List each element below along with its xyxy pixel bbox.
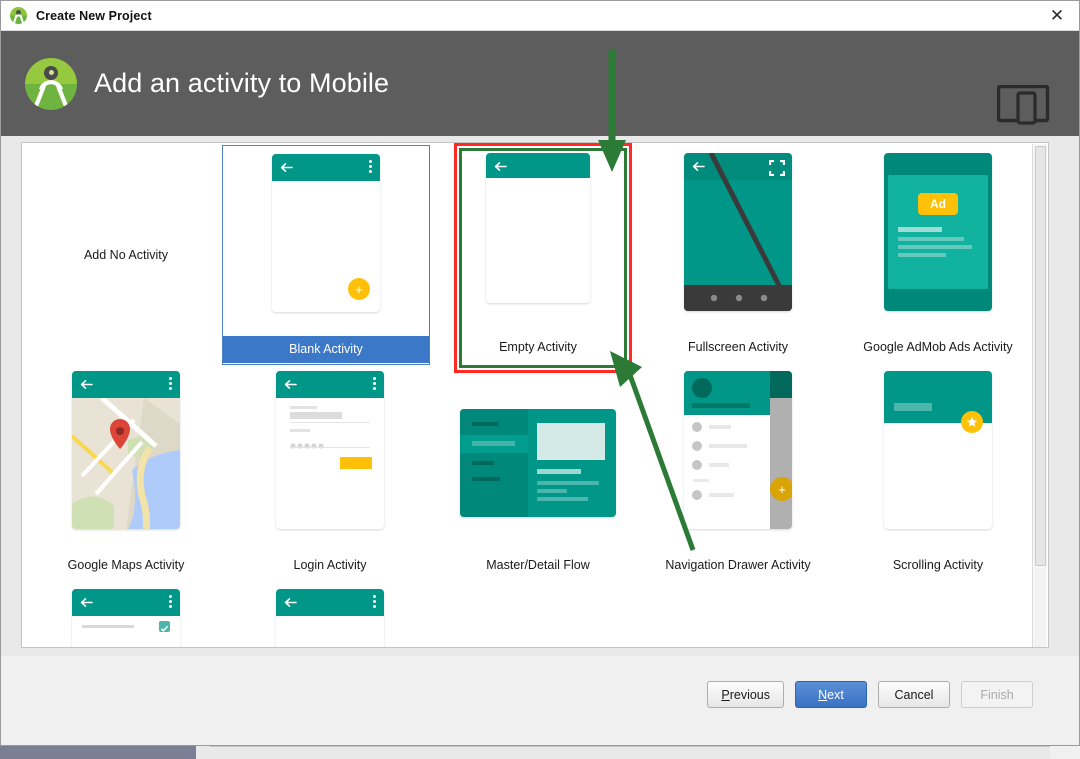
activity-thumbnail-maps — [22, 363, 230, 555]
activity-card-google-admob-ads-activity[interactable]: Ad Google AdMob Ads Activity — [834, 145, 1042, 365]
back-arrow-icon — [692, 162, 705, 171]
gallery-vertical-scrollbar[interactable] — [1032, 144, 1047, 647]
activity-card-scrolling-activity[interactable]: Scrolling Activity — [834, 363, 1042, 583]
back-arrow-icon — [284, 598, 297, 607]
activity-label: Empty Activity — [499, 340, 577, 354]
activity-gallery: Add No Activity + Blank Activity Empty A… — [22, 143, 1032, 647]
activity-thumbnail-login — [226, 363, 434, 555]
activity-thumbnail-empty — [434, 145, 642, 337]
overflow-menu-icon — [169, 377, 172, 392]
activity-label: Google AdMob Ads Activity — [863, 340, 1013, 354]
activity-thumbnail-admob: Ad — [834, 145, 1042, 337]
ad-badge: Ad — [918, 193, 958, 215]
activity-label: Fullscreen Activity — [687, 340, 789, 354]
activity-thumbnail-blank: + — [222, 146, 430, 336]
dialog-header: Add an activity to Mobile — [1, 31, 1079, 136]
activity-card-navigation-drawer-activity[interactable]: + Navigation Drawer Activity — [634, 363, 842, 583]
activity-thumbnail-scrolling — [834, 363, 1042, 555]
dialog-titlebar: Create New Project ✕ — [1, 1, 1079, 31]
activity-label: Login Activity — [293, 558, 367, 572]
dialog-title: Create New Project — [36, 8, 152, 23]
activity-card-google-maps-activity[interactable]: Google Maps Activity — [22, 363, 230, 583]
scrollbar-track[interactable] — [1035, 568, 1046, 646]
activity-thumbnail-tabbed — [226, 581, 434, 647]
activity-card-settings-activity[interactable] — [22, 581, 230, 647]
activity-gallery-scrollpane[interactable]: Add No Activity + Blank Activity Empty A… — [21, 142, 1049, 648]
activity-label: Blank Activity — [223, 336, 429, 363]
back-arrow-icon — [80, 598, 93, 607]
activity-card-master-detail-flow[interactable]: Master/Detail Flow — [434, 363, 642, 583]
overflow-menu-icon — [369, 160, 372, 175]
fab-add-icon: + — [770, 477, 792, 501]
activity-card-login-activity[interactable]: Login Activity — [226, 363, 434, 583]
activity-card-tabbed-activity[interactable] — [226, 581, 434, 647]
map-graphic — [72, 398, 180, 529]
overflow-menu-icon — [373, 377, 376, 392]
activity-label: Add No Activity — [83, 248, 169, 262]
finish-button: Finish — [961, 681, 1033, 708]
tablet-phone-icon — [996, 84, 1053, 127]
drawer-list — [692, 422, 747, 500]
dialog-footer: Previous Next Cancel Finish — [1, 656, 1079, 744]
activity-card-empty-activity[interactable]: Empty Activity — [434, 145, 642, 365]
android-studio-logo — [25, 57, 77, 110]
page-title: Add an activity to Mobile — [94, 68, 390, 98]
activity-label: Google Maps Activity — [67, 558, 185, 572]
fab-add-icon: + — [348, 278, 370, 300]
close-icon[interactable]: ✕ — [1035, 1, 1079, 30]
scrollbar-thumb[interactable] — [1035, 146, 1046, 566]
activity-card-add-no-activity[interactable]: Add No Activity — [22, 145, 230, 365]
back-arrow-icon — [284, 380, 297, 389]
dialog-content: Add No Activity + Blank Activity Empty A… — [1, 136, 1079, 656]
overflow-menu-icon — [373, 595, 376, 610]
fullscreen-icon — [769, 160, 785, 176]
next-button[interactable]: Next — [795, 681, 867, 708]
overflow-menu-icon — [169, 595, 172, 610]
create-new-project-dialog: Create New Project ✕ Add an activity to … — [0, 0, 1080, 746]
android-studio-icon — [10, 7, 27, 24]
activity-thumbnail-navdrawer: + — [634, 363, 842, 555]
cancel-button[interactable]: Cancel — [878, 681, 950, 708]
back-arrow-icon — [494, 162, 507, 171]
password-dots-icon — [290, 436, 324, 449]
activity-thumbnail-masterdetail — [434, 363, 642, 555]
back-arrow-icon — [80, 380, 93, 389]
activity-label: Scrolling Activity — [892, 558, 984, 572]
activity-label: Navigation Drawer Activity — [665, 558, 811, 572]
activity-card-fullscreen-activity[interactable]: Fullscreen Activity — [634, 145, 842, 365]
back-arrow-icon — [280, 163, 293, 172]
avatar — [692, 378, 712, 398]
checkbox-icon — [159, 621, 170, 632]
activity-thumbnail-fullscreen — [634, 145, 842, 337]
fab-star-icon — [961, 411, 983, 433]
activity-card-blank-activity[interactable]: + Blank Activity — [222, 145, 430, 365]
screen: 0 b 日 Ar Q ⚙ ☰ ... OP- — [0, 0, 1080, 759]
activity-label: Master/Detail Flow — [486, 558, 590, 572]
activity-thumbnail-settings — [22, 581, 230, 647]
previous-button[interactable]: Previous — [707, 681, 784, 708]
